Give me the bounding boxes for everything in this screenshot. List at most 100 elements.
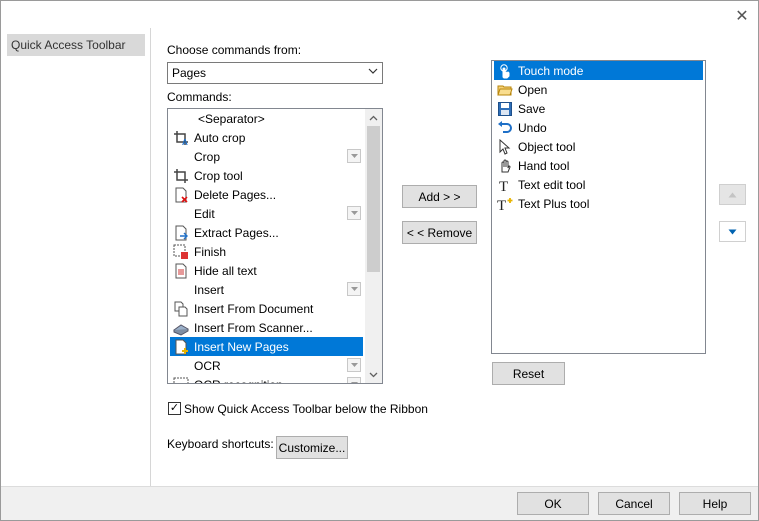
list-item[interactable]: Save bbox=[494, 99, 703, 118]
list-item[interactable]: Insert bbox=[170, 280, 363, 299]
new-page-icon bbox=[173, 339, 189, 355]
list-item[interactable]: OCR bbox=[170, 356, 363, 375]
show-below-ribbon-checkbox[interactable]: ✓ bbox=[168, 402, 181, 415]
scanner-icon bbox=[173, 320, 189, 336]
commands-list[interactable]: <Separator> A Auto crop Crop Crop tool Delete… bbox=[167, 108, 383, 384]
list-item-label: Crop bbox=[194, 149, 221, 164]
submenu-arrow-icon[interactable] bbox=[347, 149, 361, 163]
list-item[interactable]: Hide all text bbox=[170, 261, 363, 280]
list-item[interactable]: Edit bbox=[170, 204, 363, 223]
list-item[interactable]: A Auto crop bbox=[170, 128, 363, 147]
extract-page-icon bbox=[173, 225, 189, 241]
blank-icon-slot bbox=[173, 149, 189, 165]
list-item[interactable]: T Text edit tool bbox=[494, 175, 703, 194]
list-item-label: <Separator> bbox=[198, 111, 265, 126]
list-item[interactable]: Crop bbox=[170, 147, 363, 166]
scroll-down-icon[interactable] bbox=[365, 366, 382, 383]
list-item-label: Touch mode bbox=[518, 63, 584, 78]
list-item-label: Insert From Scanner... bbox=[194, 320, 313, 335]
choose-commands-value: Pages bbox=[172, 66, 207, 80]
commands-label: Commands: bbox=[167, 90, 232, 104]
submenu-arrow-icon[interactable] bbox=[347, 358, 361, 372]
nav-item-quick-access-toolbar[interactable]: Quick Access Toolbar bbox=[7, 34, 145, 56]
list-item-label: Crop tool bbox=[194, 168, 243, 183]
hand-icon bbox=[497, 158, 513, 174]
list-item-label: Delete Pages... bbox=[194, 187, 277, 202]
auto-crop-icon: A bbox=[173, 130, 189, 146]
svg-text:T: T bbox=[497, 198, 506, 212]
blank-icon-slot bbox=[173, 282, 189, 298]
commands-scroll-thumb[interactable] bbox=[367, 126, 380, 272]
list-item-label: Insert From Document bbox=[194, 301, 314, 316]
remove-button[interactable]: < < Remove bbox=[402, 221, 477, 244]
submenu-arrow-icon[interactable] bbox=[347, 377, 361, 383]
list-item[interactable]: Finish bbox=[170, 242, 363, 261]
submenu-arrow-icon[interactable] bbox=[347, 206, 361, 220]
list-item[interactable]: <Separator> bbox=[170, 109, 363, 128]
blank-icon-slot bbox=[173, 206, 189, 222]
text-plus-icon: T bbox=[497, 196, 513, 212]
svg-text:A: A bbox=[182, 138, 188, 146]
list-item-label: Undo bbox=[518, 120, 547, 135]
list-item[interactable]: Object tool bbox=[494, 137, 703, 156]
svg-text:T: T bbox=[499, 179, 508, 193]
scroll-up-icon[interactable] bbox=[365, 109, 382, 126]
list-item[interactable]: OCR recognition bbox=[170, 375, 363, 384]
list-item[interactable]: Open bbox=[494, 80, 703, 99]
choose-commands-select[interactable]: Pages bbox=[167, 62, 383, 84]
chevron-down-icon bbox=[368, 66, 378, 79]
insert-document-icon bbox=[173, 301, 189, 317]
list-item-label: Extract Pages... bbox=[194, 225, 279, 240]
list-item-label: OCR bbox=[194, 358, 221, 373]
arrow-cursor-icon bbox=[497, 138, 513, 155]
folder-open-icon bbox=[497, 82, 513, 98]
list-item[interactable]: Delete Pages... bbox=[170, 185, 363, 204]
move-down-button[interactable] bbox=[719, 221, 746, 242]
list-item-label: Hand tool bbox=[518, 158, 570, 173]
list-item[interactable]: Crop tool bbox=[170, 166, 363, 185]
list-item[interactable]: Undo bbox=[494, 118, 703, 137]
crop-icon bbox=[173, 168, 189, 184]
reset-button[interactable]: Reset bbox=[492, 362, 565, 385]
list-item-label: Hide all text bbox=[194, 263, 257, 278]
list-item-label: Save bbox=[518, 101, 546, 116]
list-item[interactable]: Touch mode bbox=[494, 61, 703, 80]
list-item-label: Object tool bbox=[518, 139, 576, 154]
list-item[interactable]: Hand tool bbox=[494, 156, 703, 175]
list-item-label: OCR recognition bbox=[194, 378, 283, 384]
blank-icon-slot bbox=[173, 358, 189, 374]
move-up-icon bbox=[728, 192, 737, 197]
list-item-label: Auto crop bbox=[194, 130, 246, 145]
commands-scrollbar[interactable] bbox=[365, 109, 382, 383]
list-item[interactable]: Extract Pages... bbox=[170, 223, 363, 242]
help-button[interactable]: Help bbox=[679, 492, 751, 515]
list-item-label: Open bbox=[518, 82, 548, 97]
blank-icon-slot bbox=[173, 111, 189, 127]
delete-page-icon bbox=[173, 187, 189, 203]
close-icon[interactable]: ✕ bbox=[732, 6, 752, 26]
submenu-arrow-icon[interactable] bbox=[347, 282, 361, 296]
list-item-label: Insert bbox=[194, 282, 225, 297]
customize-button[interactable]: Customize... bbox=[276, 436, 348, 459]
toolbar-items-list[interactable]: Touch mode Open Save Undo Object tool Hand to… bbox=[491, 60, 706, 354]
save-icon bbox=[497, 101, 513, 117]
ok-button[interactable]: OK bbox=[517, 492, 589, 515]
checkmark-icon: ✓ bbox=[169, 402, 180, 414]
list-item[interactable]: T Text Plus tool bbox=[494, 194, 703, 213]
list-item[interactable]: Insert From Scanner... bbox=[170, 318, 363, 337]
text-edit-icon: T bbox=[497, 177, 513, 193]
add-button[interactable]: Add > > bbox=[402, 185, 477, 208]
list-item-label: Edit bbox=[194, 206, 215, 221]
hide-text-icon bbox=[173, 263, 189, 279]
move-up-button[interactable] bbox=[719, 184, 746, 205]
ocr-icon bbox=[173, 377, 189, 383]
cancel-button[interactable]: Cancel bbox=[598, 492, 670, 515]
list-item-label: Text edit tool bbox=[518, 177, 586, 192]
keyboard-shortcuts-label: Keyboard shortcuts: bbox=[167, 437, 274, 451]
list-item[interactable]: Insert From Document bbox=[170, 299, 363, 318]
nav-pane: Quick Access Toolbar bbox=[0, 28, 151, 486]
list-item-label: Text Plus tool bbox=[518, 196, 590, 211]
list-item[interactable]: Insert New Pages bbox=[170, 337, 363, 356]
undo-icon bbox=[497, 120, 513, 136]
show-below-ribbon-label: Show Quick Access Toolbar below the Ribb… bbox=[184, 402, 428, 416]
